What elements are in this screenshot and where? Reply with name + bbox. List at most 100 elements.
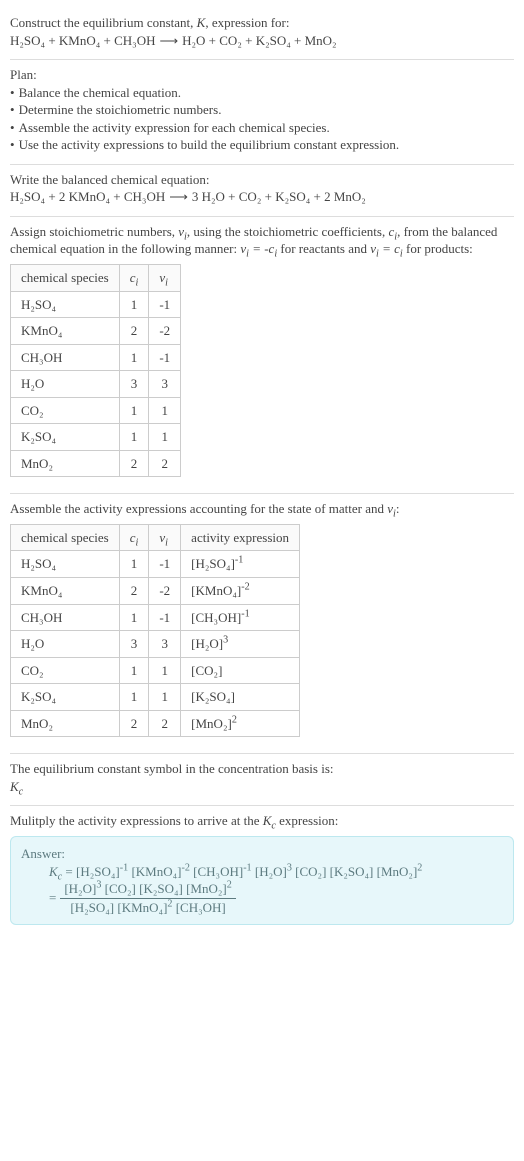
conc-section: The equilibrium constant symbol in the c… [10,754,514,806]
th-ci: ci [119,265,149,292]
kc-symbol: Kc [49,864,62,879]
cell-v: 3 [149,631,181,658]
intro-text-b: , expression for: [205,15,289,30]
stoich-section: Assign stoichiometric numbers, νi , using… [10,217,514,494]
cell-activity: [CH₃OH]-1 [181,604,300,631]
table-row: MnO₂22[MnO₂]2 [11,710,300,737]
table-row: H₂O33[H₂O]3 [11,631,300,658]
plan-item: •Balance the chemical equation. [10,84,514,102]
answer-label: Answer: [21,845,503,863]
th-activity: activity expression [181,524,300,551]
intro-line1: Construct the equilibrium constant, K, e… [10,14,514,32]
cell-c: 1 [119,657,149,684]
cell-c: 3 [119,631,149,658]
cell-species: CH₃OH [11,344,120,371]
cell-species: K₂SO₄ [11,684,120,711]
answer-line2: = [H₂O]3 [CO₂] [K₂SO₄] [MnO₂]2 [H₂SO₄] [… [21,880,503,916]
act-base: [H₂SO₄] [191,556,235,571]
th-vi: νi [149,265,181,292]
table-row: CH₃OH1-1 [11,344,181,371]
equals-sign: = [49,889,56,907]
act-base: [KMnO₄] [191,583,241,598]
cell-c: 2 [119,318,149,345]
bullet-icon: • [10,101,15,119]
term: [MnO₂]2 [377,864,423,879]
activity-title-b: : [396,501,400,516]
cell-species: KMnO₄ [11,578,120,605]
stoich-text-b: , using the stoichiometric coefficients, [187,224,389,239]
cell-c: 3 [119,371,149,398]
answer-box: Answer: Kc = [H₂SO₄]-1 [KMnO₄]-2 [CH₃OH]… [10,836,514,925]
table-row: CO₂11[CO₂] [11,657,300,684]
cell-v: -1 [149,551,181,578]
balanced-rhs: 3 H₂O + CO₂ + K₂SO₄ + 2 MnO₂ [192,188,366,206]
balanced-title: Write the balanced chemical equation: [10,171,514,189]
cell-species: MnO₂ [11,710,120,737]
plan-section: Plan: •Balance the chemical equation. •D… [10,60,514,165]
fraction: [H₂O]3 [CO₂] [K₂SO₄] [MnO₂]2 [H₂SO₄] [KM… [60,880,235,916]
term: [KMnO₄]-2 [131,864,189,879]
table-row: K₂SO₄11 [11,424,181,451]
activity-title-a: Assemble the activity expressions accoun… [10,501,387,516]
th-species: chemical species [11,265,120,292]
act-exp: -1 [241,608,249,619]
cell-activity: [H₂SO₄]-1 [181,551,300,578]
act-exp: 2 [232,714,237,725]
cell-c: 1 [119,397,149,424]
cell-v: 1 [149,424,181,451]
intro-lhs: H₂SO₄ + KMnO₄ + CH₃OH [10,32,155,50]
nu-symbol: νi [387,501,396,516]
table-row: KMnO₄2-2 [11,318,181,345]
stoich-text-a: Assign stoichiometric numbers, [10,224,178,239]
ci-symbol: ci [388,224,397,239]
table-row: K₂SO₄11[K₂SO₄] [11,684,300,711]
nu-eq-c: νi = ci [370,241,402,256]
kc-symbol: Kc [10,778,514,796]
intro-equation: H₂SO₄ + KMnO₄ + CH₃OH ⟶ H₂O + CO₂ + K₂SO… [10,32,514,50]
cell-c: 2 [119,450,149,477]
plan-item: •Determine the stoichiometric numbers. [10,101,514,119]
final-title: Mulitply the activity expressions to arr… [10,812,514,830]
activity-section: Assemble the activity expressions accoun… [10,494,514,754]
cell-c: 1 [119,551,149,578]
arrow-icon: ⟶ [169,188,188,206]
cell-activity: [H₂O]3 [181,631,300,658]
nu-eq-minus-c: νi = -ci [240,241,277,256]
balanced-section: Write the balanced chemical equation: H₂… [10,165,514,217]
plan-title: Plan: [10,66,514,84]
cell-species: H₂SO₄ [11,551,120,578]
stoich-table: chemical species ci νi H₂SO₄1-1 KMnO₄2-2… [10,264,181,477]
cell-activity: [CO₂] [181,657,300,684]
table-header-row: chemical species ci νi [11,265,181,292]
final-section: Mulitply the activity expressions to arr… [10,806,514,935]
term: [H₂SO₄]-1 [76,864,128,879]
answer-line1: Kc = [H₂SO₄]-1 [KMnO₄]-2 [CH₃OH]-1 [H₂O]… [21,863,503,881]
act-base: [MnO₂] [191,716,232,731]
cell-c: 2 [119,578,149,605]
table-row: H₂O33 [11,371,181,398]
table-row: KMnO₄2-2[KMnO₄]-2 [11,578,300,605]
cell-c: 2 [119,710,149,737]
cell-v: -1 [149,344,181,371]
th-vi: νi [149,524,181,551]
plan-item-text: Assemble the activity expression for eac… [19,119,330,137]
final-title-a: Mulitply the activity expressions to arr… [10,813,263,828]
intro-text-a: Construct the equilibrium constant, [10,15,197,30]
cell-species: CO₂ [11,657,120,684]
fraction-numerator: [H₂O]3 [CO₂] [K₂SO₄] [MnO₂]2 [60,880,235,899]
bullet-icon: • [10,136,15,154]
cell-species: MnO₂ [11,450,120,477]
act-base: [CO₂] [191,663,222,678]
cell-v: 2 [149,710,181,737]
balanced-equation: H₂SO₄ + 2 KMnO₄ + CH₃OH ⟶ 3 H₂O + CO₂ + … [10,188,514,206]
intro-section: Construct the equilibrium constant, K, e… [10,8,514,60]
cell-v: 1 [149,657,181,684]
cell-activity: [K₂SO₄] [181,684,300,711]
table-row: CO₂11 [11,397,181,424]
fraction-denominator: [H₂SO₄] [KMnO₄]2 [CH₃OH] [60,899,235,917]
stoich-text: Assign stoichiometric numbers, νi, using… [10,223,514,258]
plan-item-text: Balance the chemical equation. [19,84,181,102]
cell-activity: [KMnO₄]-2 [181,578,300,605]
cell-v: -2 [149,578,181,605]
cell-species: H₂O [11,371,120,398]
